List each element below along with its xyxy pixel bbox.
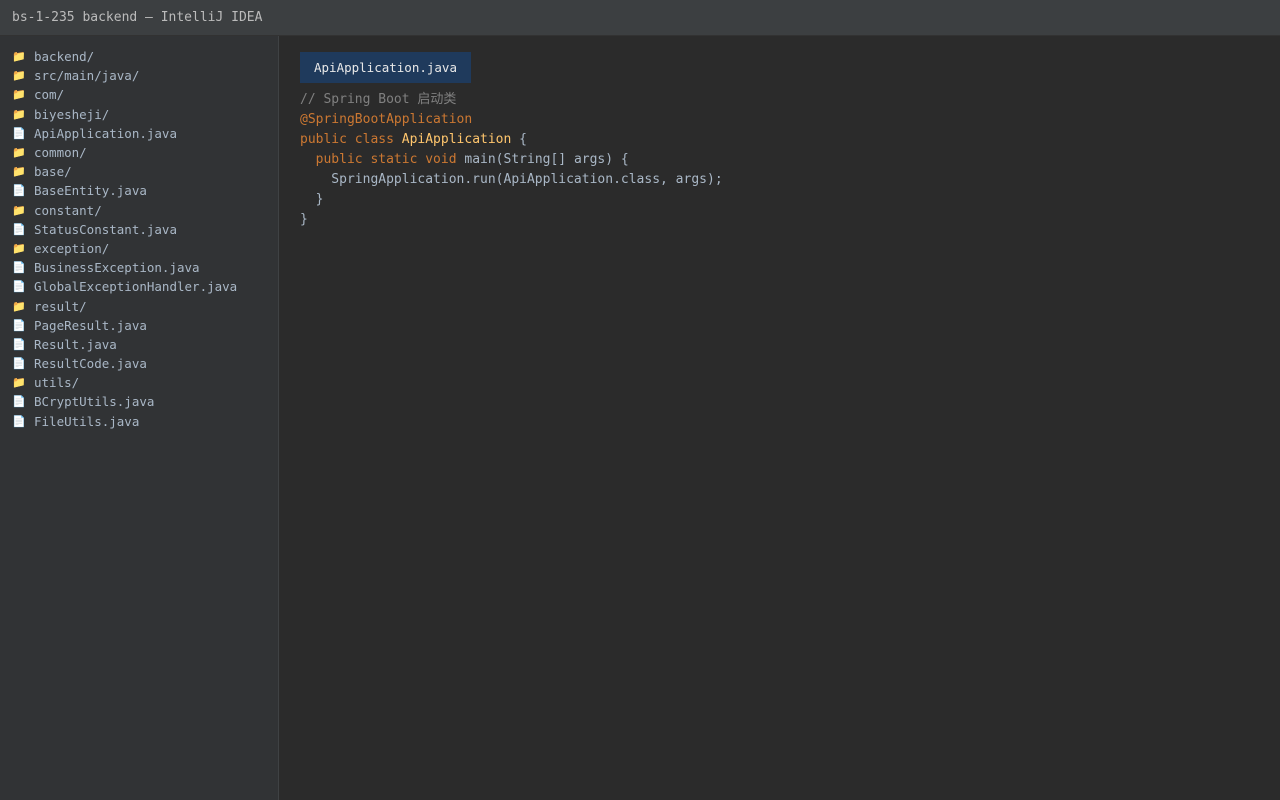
code-line: @SpringBootApplication	[300, 110, 723, 130]
tree-item-label: Result.java	[34, 336, 117, 352]
window-title: bs-1-235 backend — IntelliJ IDEA	[12, 10, 263, 25]
tree-file-item[interactable]: 📄 FileUtils.java	[0, 412, 278, 431]
tree-folder-item[interactable]: 📁 backend/	[0, 47, 278, 66]
tree-item-label: backend/	[34, 49, 95, 65]
code-line: }	[300, 210, 723, 230]
tree-item-label: common/	[34, 145, 87, 161]
tree-item-label: BCryptUtils.java	[34, 394, 155, 410]
window-titlebar: bs-1-235 backend — IntelliJ IDEA	[0, 0, 1280, 36]
tree-file-item[interactable]: 📄 BusinessException.java	[0, 258, 278, 277]
folder-icon: 📁	[12, 165, 26, 179]
code-token-comment: // Spring Boot 启动类	[300, 92, 457, 107]
code-token-plain: }	[300, 212, 308, 227]
folder-icon: 📁	[12, 376, 26, 390]
code-token-plain: }	[300, 192, 324, 207]
tree-item-label: ResultCode.java	[34, 356, 147, 372]
code-token-plain: {	[511, 132, 527, 147]
tab-label: ApiApplication.java	[314, 60, 457, 75]
code-token-annotation: @SpringBootApplication	[300, 112, 473, 127]
tree-item-label: src/main/java/	[34, 68, 140, 84]
tree-item-label: result/	[34, 298, 87, 314]
tree-folder-item[interactable]: 📁 base/	[0, 162, 278, 181]
tree-folder-item[interactable]: 📁 constant/	[0, 201, 278, 220]
tree-item-label: BusinessException.java	[34, 260, 200, 276]
tree-file-item[interactable]: 📄 BaseEntity.java	[0, 181, 278, 200]
file-icon: 📄	[12, 337, 26, 351]
tab-api-application[interactable]: ApiApplication.java	[300, 52, 471, 83]
file-icon: 📄	[12, 126, 26, 140]
tree-item-label: PageResult.java	[34, 317, 147, 333]
tree-item-label: ApiApplication.java	[34, 125, 177, 141]
tree-file-item[interactable]: 📄 ResultCode.java	[0, 354, 278, 373]
folder-icon: 📁	[12, 241, 26, 255]
file-icon: 📄	[12, 222, 26, 236]
code-line: }	[300, 190, 723, 210]
folder-icon: 📁	[12, 88, 26, 102]
code-token-classname: ApiApplication	[401, 132, 512, 147]
tree-item-label: constant/	[34, 202, 102, 218]
code-line: SpringApplication.run(ApiApplication.cla…	[300, 170, 723, 190]
code-token-keyword: public class	[300, 132, 402, 147]
code-line: // Spring Boot 启动类	[300, 90, 723, 110]
tree-item-label: GlobalExceptionHandler.java	[34, 279, 238, 295]
folder-icon: 📁	[12, 50, 26, 64]
tree-item-label: utils/	[34, 375, 80, 391]
file-icon: 📄	[12, 395, 26, 409]
tree-folder-item[interactable]: 📁 exception/	[0, 239, 278, 258]
tree-folder-item[interactable]: 📁 src/main/java/	[0, 66, 278, 85]
tree-file-item[interactable]: 📄 ApiApplication.java	[0, 124, 278, 143]
tree-file-item[interactable]: 📄 PageResult.java	[0, 316, 278, 335]
folder-icon: 📁	[12, 203, 26, 217]
tree-item-label: biyesheji/	[34, 106, 110, 122]
file-icon: 📄	[12, 184, 26, 198]
tree-file-item[interactable]: 📄 StatusConstant.java	[0, 220, 278, 239]
tree-folder-item[interactable]: 📁 biyesheji/	[0, 105, 278, 124]
folder-icon: 📁	[12, 146, 26, 160]
tree-item-label: base/	[34, 164, 72, 180]
file-icon: 📄	[12, 357, 26, 371]
folder-icon: 📁	[12, 299, 26, 313]
folder-icon: 📁	[12, 69, 26, 83]
file-icon: 📄	[12, 318, 26, 332]
file-icon: 📄	[12, 261, 26, 275]
code-area[interactable]: // Spring Boot 启动类 @SpringBootApplication…	[300, 90, 723, 230]
tree-file-item[interactable]: 📄 BCryptUtils.java	[0, 392, 278, 411]
tree-folder-item[interactable]: 📁 utils/	[0, 373, 278, 392]
code-line: public class ApiApplication {	[300, 130, 723, 150]
tree-item-label: FileUtils.java	[34, 413, 140, 429]
tree-item-label: BaseEntity.java	[34, 183, 147, 199]
tree-item-label: com/	[34, 87, 65, 103]
tree-file-item[interactable]: 📄 Result.java	[0, 335, 278, 354]
code-token-plain: main(String[] args) {	[464, 152, 629, 167]
code-editor[interactable]: ApiApplication.java // Spring Boot 启动类 @S…	[280, 36, 1280, 800]
code-line: public static void main(String[] args) {	[300, 150, 723, 170]
tree-file-item[interactable]: 📄 GlobalExceptionHandler.java	[0, 277, 278, 296]
folder-icon: 📁	[12, 107, 26, 121]
tree-folder-item[interactable]: 📁 com/	[0, 85, 278, 104]
tree-folder-item[interactable]: 📁 result/	[0, 296, 278, 315]
tree-item-label: StatusConstant.java	[34, 221, 177, 237]
code-token-plain: SpringApplication.run(ApiApplication.cla…	[300, 172, 723, 187]
project-tree-sidebar: 📁 backend/ 📁 src/main/java/ 📁 com/ 📁 biyesheji/…	[0, 36, 279, 800]
tree-item-label: exception/	[34, 240, 110, 256]
code-token-keyword: public static void	[315, 152, 465, 167]
tree-folder-item[interactable]: 📁 common/	[0, 143, 278, 162]
file-icon: 📄	[12, 414, 26, 428]
file-icon: 📄	[12, 280, 26, 294]
